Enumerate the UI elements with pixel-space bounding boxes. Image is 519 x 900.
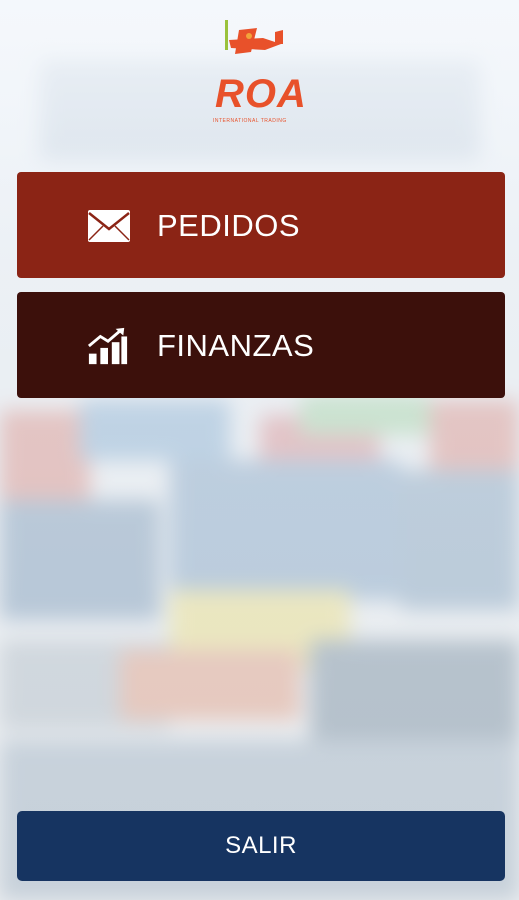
- salir-button[interactable]: SALIR: [17, 811, 505, 881]
- logo-subtitle: INTERNATIONAL TRADING: [213, 118, 287, 124]
- pedidos-label: PEDIDOS: [157, 208, 301, 243]
- roa-logo: ROA INTERNATIONAL TRADING: [205, 18, 307, 133]
- envelope-icon: [88, 210, 130, 242]
- finanzas-button[interactable]: FINANZAS: [17, 292, 505, 398]
- growth-chart-icon: [87, 327, 128, 365]
- app-screen: ROA INTERNATIONAL TRADING PEDIDOS FINANZ…: [0, 0, 519, 900]
- airplane-icon: [225, 20, 283, 54]
- pedidos-button[interactable]: PEDIDOS: [17, 172, 505, 278]
- finanzas-label: FINANZAS: [157, 328, 315, 363]
- background-overlay: [0, 0, 519, 900]
- salir-label: SALIR: [225, 832, 297, 859]
- logo-text: ROA: [215, 72, 307, 116]
